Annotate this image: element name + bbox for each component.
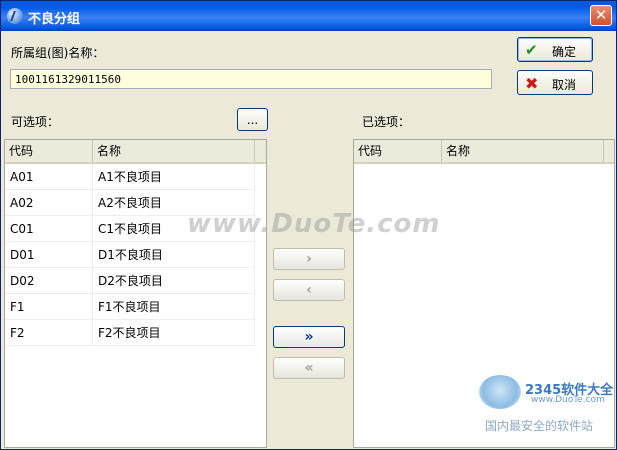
row-name: D2不良项目 (93, 268, 255, 294)
app-icon (7, 8, 23, 24)
row-name: D1不良项目 (93, 242, 255, 268)
cancel-button-label: 取消 (552, 78, 577, 92)
selected-grid-header: 代码 名称 (354, 140, 614, 164)
row-name: A1不良项目 (93, 164, 255, 190)
dialog-window: 不良分组 ✕ 所属组(图)名称： ✔ 确定 ✖ 取消 可选项： ... 已选项：… (0, 0, 617, 450)
check-icon: ✔ (525, 41, 538, 59)
row-code: A01 (5, 164, 93, 190)
remove-all-button[interactable]: « (273, 357, 345, 379)
table-row[interactable]: F1 F1不良项目 (5, 294, 255, 320)
group-name-input[interactable] (10, 69, 492, 89)
cross-icon: ✖ (525, 74, 539, 93)
selected-label: 已选项： (362, 115, 411, 129)
add-one-button[interactable]: › (273, 248, 345, 270)
ok-button[interactable]: ✔ 确定 (517, 37, 593, 62)
cancel-button[interactable]: ✖ 取消 (517, 70, 593, 95)
available-grid[interactable]: 代码 名称 A01 A1不良项目 A02 A2不良项目 C01 C1不良项目 D… (4, 139, 267, 448)
table-row[interactable]: D01 D1不良项目 (5, 242, 255, 268)
watermark-text: www.DuoTe.com (187, 209, 441, 239)
available-label: 可选项： (11, 115, 60, 129)
corner-watermark: 2345软件大全 www.DuoTe.com 国内最安全的软件站 (479, 373, 615, 433)
row-code: F1 (5, 294, 93, 320)
row-code: F2 (5, 320, 93, 346)
window-title: 不良分组 (28, 12, 81, 27)
column-header-code[interactable]: 代码 (5, 140, 93, 162)
row-name: F2不良项目 (93, 320, 255, 346)
column-header-name[interactable]: 名称 (442, 140, 604, 162)
remove-one-button[interactable]: ‹ (273, 279, 345, 301)
table-row[interactable]: A01 A1不良项目 (5, 164, 255, 190)
ok-button-label: 确定 (552, 45, 577, 59)
title-bar[interactable]: 不良分组 ✕ (1, 1, 616, 31)
row-code: D01 (5, 242, 93, 268)
available-grid-header: 代码 名称 (5, 140, 266, 164)
add-all-button[interactable]: » (273, 326, 345, 348)
move-button-panel: › ‹ » « (267, 139, 353, 448)
group-name-label: 所属组(图)名称： (11, 46, 105, 60)
row-name: F1不良项目 (93, 294, 255, 320)
row-code: C01 (5, 216, 93, 242)
table-row[interactable]: F2 F2不良项目 (5, 320, 255, 346)
column-header-code[interactable]: 代码 (354, 140, 442, 162)
corner-slogan: 国内最安全的软件站 (485, 419, 594, 433)
table-row[interactable]: D02 D2不良项目 (5, 268, 255, 294)
column-header-name[interactable]: 名称 (93, 140, 255, 162)
row-code: D02 (5, 268, 93, 294)
close-button[interactable]: ✕ (590, 5, 612, 26)
corner-url: www.DuoTe.com (531, 395, 605, 405)
browse-button[interactable]: ... (237, 108, 268, 131)
row-code: A02 (5, 190, 93, 216)
mascot-logo-icon (479, 375, 521, 409)
